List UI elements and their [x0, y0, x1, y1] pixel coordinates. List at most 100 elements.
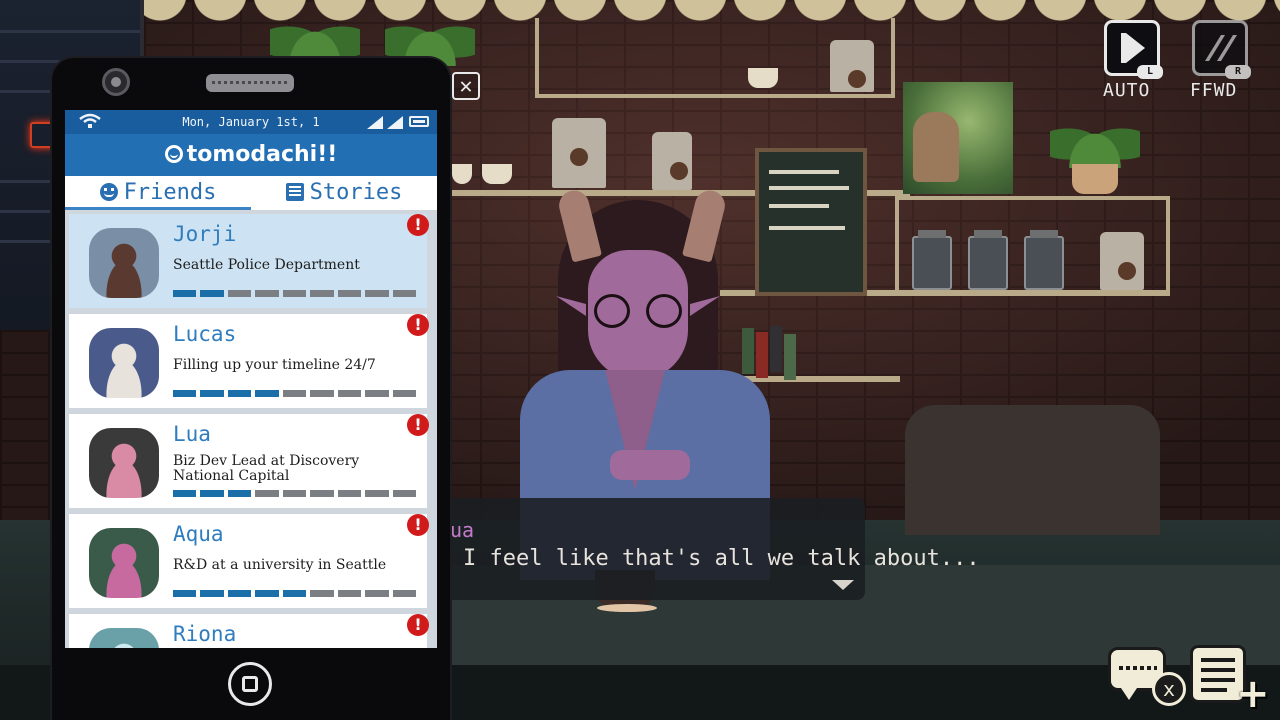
tab-friends[interactable]: Friends: [65, 176, 251, 210]
progress-segment-empty: [392, 490, 416, 497]
progress-segment-empty: [282, 290, 307, 297]
progress-segment-filled: [173, 390, 197, 397]
coffee-bag: [830, 40, 874, 92]
progress-segment-empty: [365, 490, 389, 497]
coffee-jar: [912, 230, 952, 290]
phone-speaker: [206, 74, 294, 92]
alert-icon[interactable]: !: [407, 614, 429, 636]
character-hands: [610, 450, 690, 480]
progress-segment-empty: [255, 290, 279, 297]
coffee-cup: [482, 164, 512, 184]
progress-segment-filled: [173, 290, 197, 297]
progress-segment-empty: [337, 490, 362, 497]
coffee-jar: [1024, 230, 1064, 290]
coffee-jar: [968, 230, 1008, 290]
avatar: [89, 528, 159, 598]
coffee-cup: [452, 164, 472, 184]
avatar: [89, 328, 159, 398]
plant-pot: [1072, 164, 1118, 194]
progress-segment-empty: [337, 290, 362, 297]
close-icon[interactable]: ✕: [452, 72, 480, 100]
fast-forward-button[interactable]: R: [1192, 20, 1251, 79]
coffee-bag: [1100, 232, 1144, 290]
glasses-icon: [594, 294, 630, 328]
character-horn: [681, 187, 729, 263]
alert-icon[interactable]: !: [407, 514, 429, 536]
character-face: [588, 250, 688, 380]
tab-friends-label: Friends: [123, 180, 217, 205]
book-icon: [285, 183, 304, 201]
tab-bar: Friends Stories: [65, 176, 437, 210]
progress-segment-filled: [200, 290, 224, 297]
progress-segment-filled: [282, 590, 307, 597]
progress-segment-empty: [310, 290, 334, 297]
progress-segment-empty: [337, 590, 362, 597]
friends-list[interactable]: Jorji Seattle Police Department ! Lucas …: [65, 210, 437, 648]
friendship-progress-bar: [173, 490, 416, 497]
friend-name: Riona: [173, 622, 237, 646]
status-bar: Mon, January 1st, 1: [65, 110, 437, 134]
friend-description: Filling up your timeline 24/7: [173, 357, 376, 373]
alert-icon[interactable]: !: [407, 414, 429, 436]
friendship-progress-bar: [173, 390, 416, 397]
progress-segment-filled: [200, 490, 224, 497]
phone: Mon, January 1st, 1 tomodachi!! Friends …: [52, 58, 450, 720]
ffwd-label: FFWD: [1190, 80, 1238, 101]
friend-description: Seattle Police Department: [173, 257, 360, 273]
potted-plant: [385, 6, 475, 66]
friend-card-riona[interactable]: Riona !: [69, 614, 429, 648]
progress-segment-empty: [282, 490, 307, 497]
progress-segment-empty: [365, 390, 389, 397]
phone-screen: Mon, January 1st, 1 tomodachi!! Friends …: [65, 110, 437, 648]
app-title: tomodachi!!: [186, 142, 338, 167]
friend-name: Aqua: [173, 522, 224, 546]
progress-segment-empty: [310, 590, 334, 597]
progress-segment-empty: [392, 590, 416, 597]
tomodachi-logo-icon: [164, 145, 183, 163]
avatar: [89, 428, 159, 498]
potted-plant: [1050, 108, 1140, 168]
signal-icon: [367, 116, 383, 129]
home-button[interactable]: [228, 662, 272, 706]
empty-chair: [905, 405, 1160, 535]
dialog-box[interactable]: ua I feel like that's all we talk about.…: [440, 498, 980, 600]
battery-icon: [409, 116, 429, 127]
progress-segment-empty: [255, 490, 279, 497]
smiley-face-icon: [99, 183, 118, 201]
friend-card-lua[interactable]: Lua Biz Dev Lead at Discovery National C…: [69, 414, 429, 508]
auto-label: AUTO: [1103, 80, 1151, 101]
coffee-bag: [552, 118, 606, 188]
wall-painting: [903, 82, 1013, 194]
book: [784, 334, 796, 380]
auto-button[interactable]: L: [1104, 20, 1163, 79]
progress-segment-filled: [200, 590, 224, 597]
alert-icon[interactable]: !: [407, 314, 429, 336]
avatar: [89, 228, 159, 298]
progress-segment-filled: [200, 390, 224, 397]
advance-arrow-icon[interactable]: [832, 580, 854, 590]
saucer: [597, 604, 657, 612]
progress-segment-empty: [392, 390, 416, 397]
friend-name: Lucas: [173, 322, 237, 346]
friend-card-aqua[interactable]: Aqua R&D at a university in Seattle !: [69, 514, 429, 608]
progress-segment-empty: [365, 590, 389, 597]
friend-name: Lua: [173, 422, 211, 446]
progress-segment-filled: [173, 590, 197, 597]
signal-icon: [387, 116, 403, 129]
potted-plant: [270, 6, 360, 66]
plus-button-hint-icon: +: [1236, 671, 1270, 717]
progress-segment-empty: [227, 290, 252, 297]
progress-segment-filled: [227, 490, 252, 497]
friend-description: Biz Dev Lead at Discovery National Capit…: [173, 453, 360, 484]
alert-icon[interactable]: !: [407, 214, 429, 236]
friend-card-jorji[interactable]: Jorji Seattle Police Department !: [69, 214, 429, 308]
progress-segment-empty: [392, 290, 416, 297]
tab-stories[interactable]: Stories: [251, 176, 437, 210]
friend-name: Jorji: [173, 222, 237, 246]
tab-stories-label: Stories: [309, 180, 403, 205]
chat-bubble-icon: [1119, 666, 1157, 670]
friendship-progress-bar: [173, 290, 416, 297]
dialog-text: I feel like that's all we talk about...: [463, 546, 980, 571]
friend-card-lucas[interactable]: Lucas Filling up your timeline 24/7 !: [69, 314, 429, 408]
coffee-cup: [748, 68, 778, 88]
